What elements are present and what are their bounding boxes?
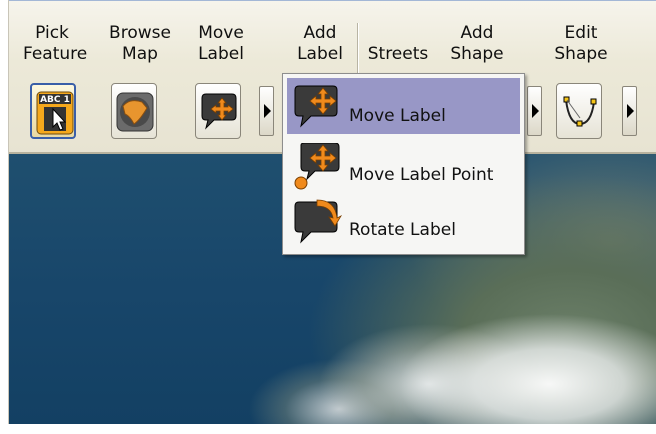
tool-label-streets: Streets [367, 44, 429, 64]
menu-item-label: Rotate Label [349, 220, 456, 240]
browse-map-icon [116, 92, 154, 132]
edit-shape-icon [563, 96, 597, 127]
browse-map-button[interactable] [111, 83, 157, 139]
tool-label-edit-shape: Edit Shape [554, 23, 608, 64]
window-frame-left [0, 0, 8, 434]
menu-item-rotate-label[interactable]: Rotate Label [287, 192, 520, 248]
move-label-icon [201, 93, 237, 130]
window-frame-bottom [0, 424, 656, 434]
move-label-point-icon [294, 143, 340, 190]
move-label-button[interactable] [195, 83, 241, 139]
move-label-dropdown-arrow[interactable] [259, 86, 274, 136]
tool-label-browse-map: Browse Map [109, 23, 171, 64]
tool-label-move-label: Move Label [198, 23, 244, 64]
pick-feature-button[interactable]: ABC 1 [30, 83, 76, 139]
rotate-label-icon [294, 199, 343, 244]
tool-label-pick-feature: Pick Feature [23, 23, 88, 64]
menu-item-move-label[interactable]: Move Label [287, 78, 520, 134]
edit-shape-dropdown-arrow[interactable] [622, 86, 637, 136]
menu-item-label: Move Label Point [349, 165, 494, 185]
tool-label-add-shape: Add Shape [450, 23, 504, 64]
edit-shape-button[interactable] [556, 83, 602, 139]
menu-item-label: Move Label [349, 106, 446, 126]
tool-label-add-label: Add Label [297, 23, 343, 64]
menu-item-move-label-point[interactable]: Move Label Point [287, 137, 520, 193]
move-label-icon [294, 85, 338, 128]
toolbar-separator [357, 23, 358, 78]
svg-text:ABC 1: ABC 1 [40, 95, 70, 105]
move-label-dropdown-menu: Move Label Move Label Point Rotate Label [282, 73, 525, 255]
pick-feature-icon: ABC 1 [36, 91, 74, 135]
add-shape-dropdown-arrow[interactable] [527, 86, 542, 136]
